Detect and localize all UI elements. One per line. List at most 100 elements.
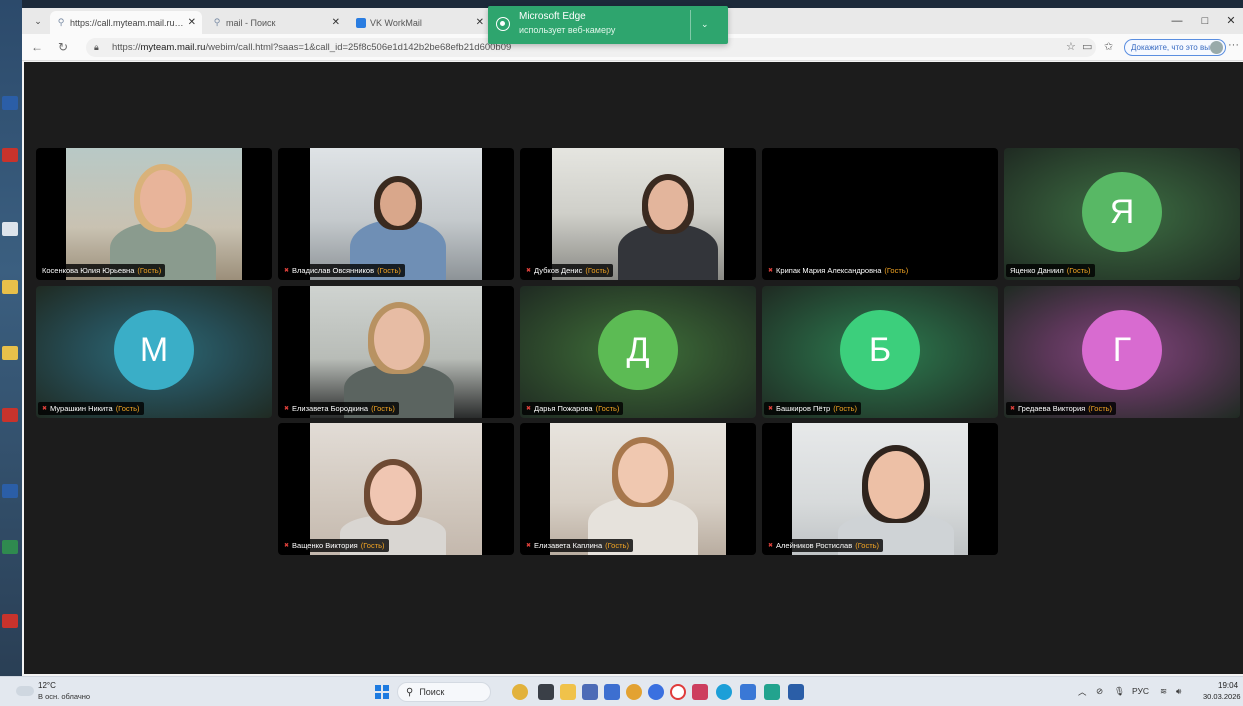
weather-icon[interactable] <box>16 686 34 696</box>
start-button[interactable] <box>375 685 389 699</box>
avatar <box>1210 41 1223 54</box>
favorite-icon[interactable]: ☆ <box>1066 40 1076 53</box>
more-menu-icon[interactable]: ··· <box>1228 39 1239 51</box>
participant-name-tag: ✖ Гредаева Виктория (Гость) <box>1006 402 1117 415</box>
desktop-icon-word[interactable] <box>2 484 18 498</box>
person-face <box>370 465 416 521</box>
wifi-icon[interactable]: ≋ <box>1160 686 1167 697</box>
close-icon[interactable]: ✕ <box>188 17 196 28</box>
participant-video <box>550 423 726 555</box>
chevron-up-icon[interactable]: ︿ <box>1078 686 1087 698</box>
input-language[interactable]: РУС <box>1132 686 1149 696</box>
yandex-browser-icon[interactable] <box>670 684 686 700</box>
mic-off-icon: ✖ <box>284 406 290 412</box>
participant-name-tag: ✖ Дарья Пожарова (Гость) <box>522 402 624 415</box>
camera-in-use-notification[interactable]: Microsoft Edge использует веб-камеру ⌄ <box>488 6 728 44</box>
close-icon[interactable]: ✕ <box>476 17 484 28</box>
pinned-app-icon[interactable] <box>692 684 708 700</box>
participant-tile[interactable]: Косенкова Юлия Юрьевна (Гость) <box>36 148 272 280</box>
participant-name: Елизавета Бородкина <box>292 404 369 413</box>
weather-temperature[interactable]: 12°C <box>38 681 56 690</box>
guest-label: (Гость) <box>137 266 162 275</box>
participant-tile[interactable]: ✖ Ващенко Виктория (Гость) <box>278 423 514 555</box>
profile-verify-button[interactable]: Докажите, что это вы <box>1124 39 1226 56</box>
participant-tile[interactable]: ✖ Крипак Мария Александровна (Гость) <box>762 148 998 280</box>
desktop-icon-red[interactable] <box>2 148 18 162</box>
chrome-icon[interactable] <box>626 684 642 700</box>
close-icon[interactable]: ✕ <box>332 17 340 28</box>
desktop-icon-doc[interactable] <box>2 222 18 236</box>
participant-name: Косенкова Юлия Юрьевна <box>42 266 135 275</box>
participant-video <box>310 423 482 555</box>
tab-actions-icon[interactable]: ⌄ <box>30 14 46 28</box>
task-view-icon[interactable] <box>538 684 554 700</box>
desktop-icon-folder[interactable] <box>2 280 18 294</box>
participant-name-tag: ✖ Мурашкин Никита (Гость) <box>38 402 144 415</box>
word-icon[interactable] <box>788 684 804 700</box>
person-face <box>140 170 186 228</box>
file-explorer-icon[interactable] <box>560 684 576 700</box>
desktop-icon-word[interactable] <box>2 96 18 110</box>
taskbar: 12°C В осн. облачно ⚲ Поиск ︿ ⊘ 🎙︎ РУС ≋… <box>0 676 1243 706</box>
chevron-down-icon[interactable]: ⌄ <box>701 19 709 30</box>
participant-tile[interactable]: Б ✖ Башкиров Пётр (Гость) <box>762 286 998 418</box>
participant-tile[interactable]: ✖ Владислав Овсянников (Гость) <box>278 148 514 280</box>
messenger-icon[interactable] <box>764 684 780 700</box>
taskbar-search[interactable]: ⚲ Поиск <box>397 682 491 702</box>
split-screen-icon[interactable]: ▭ <box>1082 40 1092 53</box>
guest-label: (Гость) <box>377 266 401 275</box>
chart-app-icon[interactable] <box>740 684 756 700</box>
calculator-icon[interactable] <box>582 684 598 700</box>
mic-off-icon: ✖ <box>1010 406 1016 412</box>
weather-description[interactable]: В осн. облачно <box>38 692 90 701</box>
back-button[interactable]: ← <box>28 39 46 55</box>
clock-date[interactable]: 30.03.2026 <box>1203 692 1241 701</box>
participant-tile[interactable]: Г ✖ Гредаева Виктория (Гость) <box>1004 286 1240 418</box>
participant-tile[interactable]: М ✖ Мурашкин Никита (Гость) <box>36 286 272 418</box>
participant-name-tag: ✖ Дубков Денис (Гость) <box>522 264 614 277</box>
clock-time[interactable]: 19:04 <box>1218 681 1238 690</box>
participant-name: Дубков Денис <box>534 266 583 275</box>
participant-tile[interactable]: Я Яценко Даниил (Гость) <box>1004 148 1240 280</box>
edge-icon[interactable] <box>716 684 732 700</box>
person-face <box>374 308 424 370</box>
desktop-icon-excel[interactable] <box>2 540 18 554</box>
desktop-icon-folder[interactable] <box>2 346 18 360</box>
refresh-button[interactable]: ↻ <box>54 39 72 55</box>
call-grid: Косенкова Юлия Юрьевна (Гость) ✖ Владислав … <box>24 62 1243 674</box>
close-window-button[interactable]: ✕ <box>1216 12 1243 30</box>
widgets-icon[interactable] <box>512 684 528 700</box>
desktop-background <box>0 0 22 676</box>
participant-name: Башкиров Пётр <box>776 404 831 413</box>
lock-icon: 🔒︎ <box>94 41 99 52</box>
participant-name: Елизавета Каплина <box>534 541 603 550</box>
tab-mail-search[interactable]: ⚲ mail - Поиск ✕ <box>206 11 346 34</box>
webcam-icon <box>496 17 510 31</box>
microphone-icon[interactable]: 🎙︎ <box>1114 686 1125 697</box>
minimize-button[interactable]: — <box>1162 12 1192 30</box>
zoom-icon[interactable] <box>648 684 664 700</box>
participant-tile[interactable]: ✖ Елизавета Бородкина (Гость) <box>278 286 514 418</box>
volume-icon[interactable]: 🔊︎ <box>1176 686 1181 697</box>
participant-tile[interactable]: ✖ Елизавета Каплина (Гость) <box>520 423 756 555</box>
mic-off-icon: ✖ <box>526 268 532 274</box>
search-label: Поиск <box>419 687 445 697</box>
participant-name: Ващенко Виктория <box>292 541 358 550</box>
participant-tile[interactable]: ✖ Алейников Ростислав (Гость) <box>762 423 998 555</box>
desktop-icon-red[interactable] <box>2 614 18 628</box>
tab-workmail[interactable]: VK WorkMail ✕ <box>350 11 490 34</box>
mic-off-icon: ✖ <box>768 543 774 549</box>
participant-tile[interactable]: ✖ Дубков Денис (Гость) <box>520 148 756 280</box>
mic-off-icon: ✖ <box>42 406 48 412</box>
tab-title: VK WorkMail <box>370 17 422 28</box>
participant-name: Дарья Пожарова <box>534 404 593 413</box>
network-activity-icon[interactable]: ⊘ <box>1096 686 1103 697</box>
participant-name: Гредаева Виктория <box>1018 404 1086 413</box>
pen-icon[interactable] <box>604 684 620 700</box>
participant-tile[interactable]: Д ✖ Дарья Пожарова (Гость) <box>520 286 756 418</box>
participant-name: Мурашкин Никита <box>50 404 113 413</box>
guest-label: (Гость) <box>1066 266 1091 275</box>
favorites-bar-icon[interactable]: ✩ <box>1104 40 1113 53</box>
tab-call[interactable]: ⚲ https://call.myteam.mail.ru/25f8c5 ✕ <box>50 11 202 34</box>
desktop-icon-red[interactable] <box>2 408 18 422</box>
